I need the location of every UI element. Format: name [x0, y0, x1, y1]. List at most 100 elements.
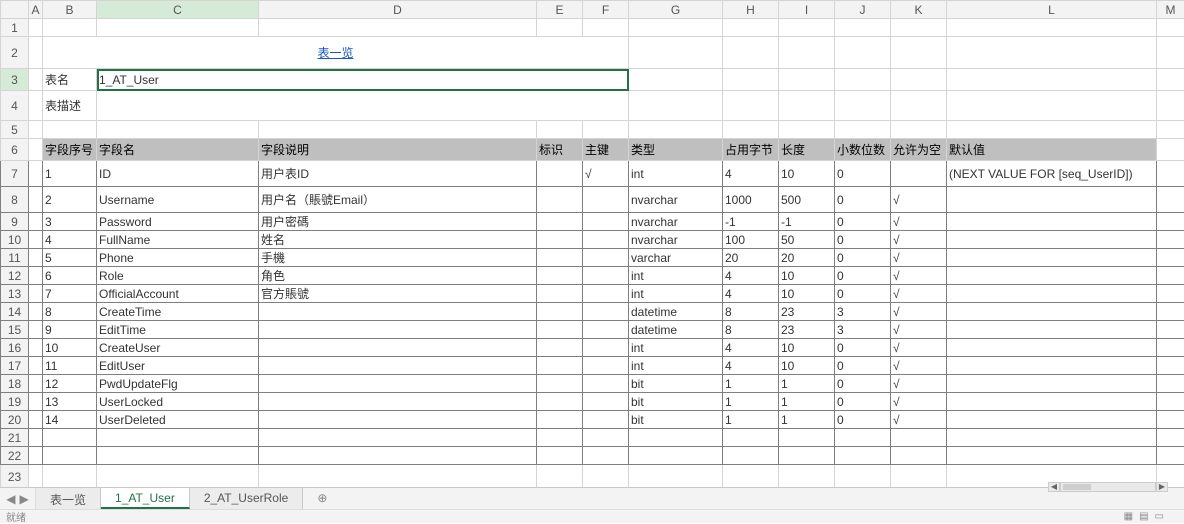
- cell-default[interactable]: [947, 321, 1157, 339]
- empty-cell[interactable]: [835, 447, 891, 465]
- cell-bytes[interactable]: 1: [723, 393, 779, 411]
- cell-bytes[interactable]: 100: [723, 231, 779, 249]
- cell-null[interactable]: √: [891, 321, 947, 339]
- cell-ident[interactable]: [537, 249, 583, 267]
- cell-type[interactable]: int: [629, 285, 723, 303]
- col-header-F[interactable]: F: [583, 1, 629, 19]
- cell-null[interactable]: √: [891, 411, 947, 429]
- cell-ident[interactable]: [537, 285, 583, 303]
- cell-type[interactable]: bit: [629, 393, 723, 411]
- cell-field[interactable]: CreateTime: [97, 303, 259, 321]
- row-header-21[interactable]: 21: [1, 429, 29, 447]
- select-all-corner[interactable]: [1, 1, 29, 19]
- scroll-track[interactable]: [1060, 482, 1156, 492]
- empty-cell[interactable]: [947, 447, 1157, 465]
- cell-ident[interactable]: [537, 321, 583, 339]
- empty-cell[interactable]: [537, 429, 583, 447]
- empty-cell[interactable]: [259, 429, 537, 447]
- row-header-18[interactable]: 18: [1, 375, 29, 393]
- cell-field[interactable]: FullName: [97, 231, 259, 249]
- cell-seq[interactable]: 11: [43, 357, 97, 375]
- cell-ident[interactable]: [537, 411, 583, 429]
- empty-cell[interactable]: [97, 447, 259, 465]
- normal-view-icon[interactable]: ▦: [1124, 511, 1133, 522]
- cell-desc[interactable]: 用户表ID: [259, 161, 537, 187]
- row-header-5[interactable]: 5: [1, 121, 29, 139]
- cell-ident[interactable]: [537, 339, 583, 357]
- cell-null[interactable]: √: [891, 357, 947, 375]
- cell-ident[interactable]: [537, 161, 583, 187]
- scroll-right-arrow[interactable]: ▶: [1156, 482, 1168, 492]
- row-header-9[interactable]: 9: [1, 213, 29, 231]
- cell-seq[interactable]: 10: [43, 339, 97, 357]
- cell-seq[interactable]: 13: [43, 393, 97, 411]
- cell-null[interactable]: √: [891, 285, 947, 303]
- cell-seq[interactable]: 9: [43, 321, 97, 339]
- cell-desc[interactable]: [259, 411, 537, 429]
- cell-desc[interactable]: 官方賬號: [259, 285, 537, 303]
- cell-bytes[interactable]: 8: [723, 321, 779, 339]
- cell-pk[interactable]: [583, 187, 629, 213]
- cell-bytes[interactable]: 8: [723, 303, 779, 321]
- cell-field[interactable]: UserDeleted: [97, 411, 259, 429]
- cell-pk[interactable]: [583, 339, 629, 357]
- empty-cell[interactable]: [723, 447, 779, 465]
- row-header-23[interactable]: 23: [1, 465, 29, 489]
- horizontal-scrollbar[interactable]: ◀ ▶: [1048, 481, 1168, 493]
- cell-desc[interactable]: [259, 321, 537, 339]
- cell-default[interactable]: [947, 267, 1157, 285]
- empty-cell[interactable]: [779, 429, 835, 447]
- cell-pk[interactable]: [583, 375, 629, 393]
- empty-cell[interactable]: [629, 429, 723, 447]
- page-layout-view-icon[interactable]: ▤: [1139, 511, 1148, 522]
- cell-bytes[interactable]: 4: [723, 339, 779, 357]
- cell-ident[interactable]: [537, 213, 583, 231]
- cell-type[interactable]: nvarchar: [629, 231, 723, 249]
- cell-bytes[interactable]: 1000: [723, 187, 779, 213]
- cell-null[interactable]: [891, 161, 947, 187]
- col-header-E[interactable]: E: [537, 1, 583, 19]
- cell-default[interactable]: (NEXT VALUE FOR [seq_UserID]): [947, 161, 1157, 187]
- cell-bytes[interactable]: 4: [723, 285, 779, 303]
- cell-pk[interactable]: √: [583, 161, 629, 187]
- overview-link[interactable]: 表一览: [43, 37, 629, 69]
- col-header-J[interactable]: J: [835, 1, 891, 19]
- cell-seq[interactable]: 12: [43, 375, 97, 393]
- cell-scale[interactable]: 0: [835, 267, 891, 285]
- empty-cell[interactable]: [583, 429, 629, 447]
- cell-desc[interactable]: 角色: [259, 267, 537, 285]
- tab-nav-arrows[interactable]: ◀ ▶: [0, 488, 36, 509]
- cell-len[interactable]: 10: [779, 357, 835, 375]
- cell-type[interactable]: int: [629, 161, 723, 187]
- cell-scale[interactable]: 0: [835, 285, 891, 303]
- cell-seq[interactable]: 1: [43, 161, 97, 187]
- cell-default[interactable]: [947, 213, 1157, 231]
- cell-desc[interactable]: [259, 339, 537, 357]
- cell-default[interactable]: [947, 357, 1157, 375]
- cell-len[interactable]: 10: [779, 161, 835, 187]
- cell-type[interactable]: int: [629, 339, 723, 357]
- empty-cell[interactable]: [583, 447, 629, 465]
- cell-scale[interactable]: 3: [835, 321, 891, 339]
- cell-null[interactable]: √: [891, 187, 947, 213]
- cell-scale[interactable]: 0: [835, 339, 891, 357]
- empty-cell[interactable]: [43, 447, 97, 465]
- empty-cell[interactable]: [835, 429, 891, 447]
- row-header-22[interactable]: 22: [1, 447, 29, 465]
- cell-ident[interactable]: [537, 267, 583, 285]
- empty-cell[interactable]: [43, 429, 97, 447]
- empty-cell[interactable]: [537, 447, 583, 465]
- cell-type[interactable]: nvarchar: [629, 213, 723, 231]
- cell-type[interactable]: datetime: [629, 303, 723, 321]
- cell-len[interactable]: 23: [779, 321, 835, 339]
- cell-seq[interactable]: 5: [43, 249, 97, 267]
- row-header-1[interactable]: 1: [1, 19, 29, 37]
- cell-len[interactable]: -1: [779, 213, 835, 231]
- cell-field[interactable]: Password: [97, 213, 259, 231]
- empty-cell[interactable]: [259, 447, 537, 465]
- cell-desc[interactable]: 姓名: [259, 231, 537, 249]
- cell-pk[interactable]: [583, 267, 629, 285]
- col-header-D[interactable]: D: [259, 1, 537, 19]
- cell-ident[interactable]: [537, 393, 583, 411]
- cell-null[interactable]: √: [891, 231, 947, 249]
